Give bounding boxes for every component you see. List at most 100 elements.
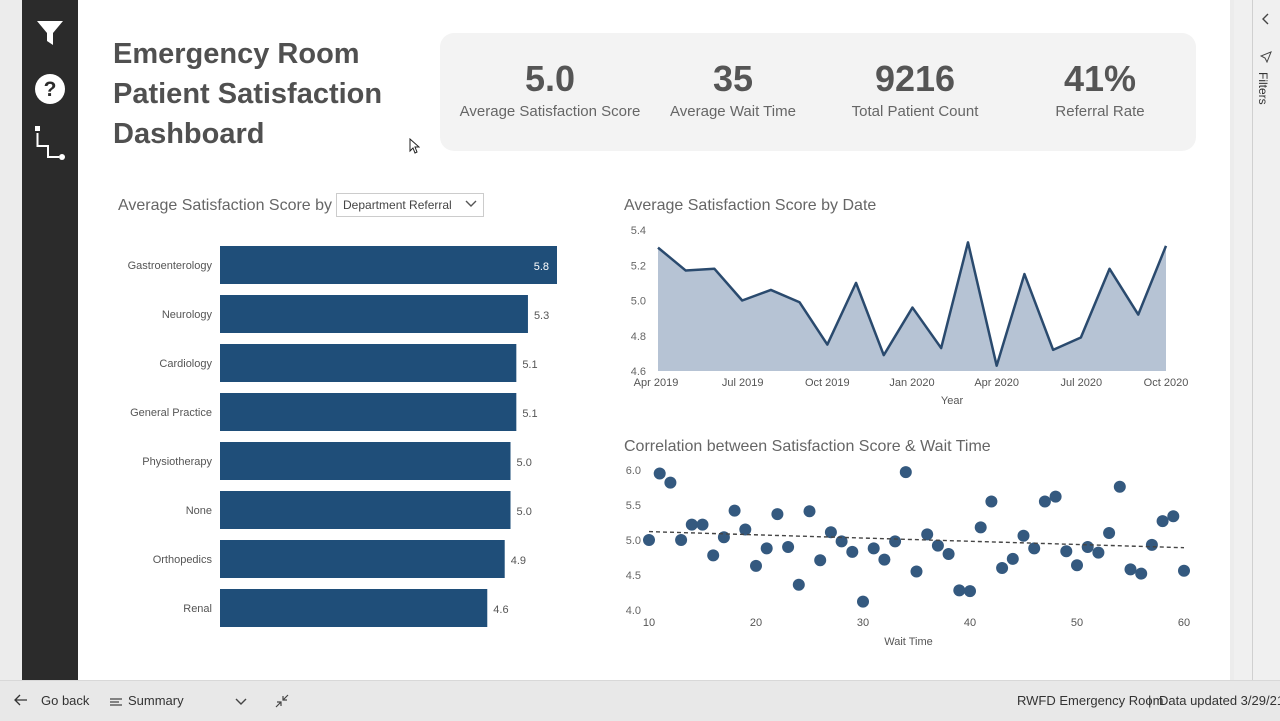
kpi-value: 5.0 <box>524 58 576 99</box>
bar <box>220 344 517 382</box>
scatter-point <box>1092 546 1105 559</box>
scatter-point <box>899 466 912 479</box>
pane-divider <box>1252 0 1253 680</box>
x-tick-label: Jul 2020 <box>1061 377 1103 389</box>
department-dropdown[interactable]: Department Referral <box>336 193 484 217</box>
kpi-value: 41% <box>1063 58 1137 99</box>
x-tick-label: 40 <box>964 617 976 629</box>
scatter-point <box>867 542 880 555</box>
chevron-left-icon[interactable] <box>1261 12 1271 31</box>
chevron-down-icon[interactable] <box>235 695 247 710</box>
title-line: Patient Satisfaction <box>113 78 383 110</box>
x-tick-label: Apr 2019 <box>634 377 679 389</box>
scatter-point <box>771 508 784 521</box>
x-tick-label: 10 <box>643 617 655 629</box>
dropdown-value: Department Referral <box>343 198 452 212</box>
kpi-avg-wait-time[interactable]: 35 Average Wait Time <box>643 57 823 120</box>
bar-chart[interactable]: Gastroenterology 5.8 Neurology 5.3 Cardiolog… <box>78 236 598 636</box>
report-name: RWFD Emergency Room <box>1017 693 1164 708</box>
scatter-point <box>857 595 869 608</box>
bar-category-label: None <box>186 505 212 517</box>
scatter-point <box>1049 490 1062 503</box>
help-button[interactable]: ? <box>22 71 78 111</box>
collapse-icon[interactable] <box>275 694 289 711</box>
scatter-point <box>931 539 944 552</box>
mouse-cursor-icon <box>409 137 421 159</box>
bar <box>220 540 505 578</box>
navigation-button[interactable] <box>22 125 78 165</box>
scatter-point <box>985 495 998 508</box>
scatter-point <box>664 476 677 489</box>
x-tick-label: 30 <box>857 617 869 629</box>
scatter-point <box>750 559 762 572</box>
bar-category-label: Cardiology <box>159 358 212 370</box>
scatter-point <box>1113 480 1126 493</box>
scatter-point <box>1135 567 1148 580</box>
navigation-icon <box>33 124 67 167</box>
bar-data-label: 5.1 <box>522 408 537 420</box>
scatter-point <box>675 534 688 546</box>
filters-label[interactable]: Filters <box>1256 72 1270 105</box>
status-separator: | <box>1148 693 1152 708</box>
kpi-panel: 5.0 Average Satisfaction Score 35 Averag… <box>440 33 1196 151</box>
bar <box>220 246 557 284</box>
x-tick-label: 60 <box>1178 617 1190 629</box>
left-toolbar: ? <box>22 0 78 680</box>
bar-data-label: 5.0 <box>517 457 532 469</box>
kpi-referral-rate[interactable]: 41% Referral Rate <box>1020 57 1180 120</box>
scatter-point <box>1156 515 1169 528</box>
filter-button[interactable] <box>22 15 78 55</box>
kpi-avg-satisfaction[interactable]: 5.0 Average Satisfaction Score <box>450 57 650 120</box>
send-icon[interactable] <box>1259 50 1272 68</box>
page-selector[interactable]: Summary <box>128 693 184 708</box>
help-icon: ? <box>34 73 66 110</box>
bar-category-label: Orthopedics <box>153 554 213 566</box>
scatter-point <box>921 528 934 541</box>
bar-data-label: 5.1 <box>522 359 537 371</box>
filter-icon <box>36 20 64 51</box>
scatter-chart-title: Correlation between Satisfaction Score &… <box>624 438 991 455</box>
scatter-chart[interactable]: 6.0 5.5 5.0 4.5 4.010 20 30 40 50 60 Wait Time <box>618 460 1208 655</box>
scatter-point <box>953 584 966 597</box>
bar-category-label: Renal <box>183 603 212 615</box>
scatter-point <box>1028 542 1041 555</box>
go-back-link[interactable]: Go back <box>41 693 89 708</box>
bar-data-label: 5.0 <box>517 506 532 518</box>
kpi-label: Total Patient Count <box>851 103 979 120</box>
x-tick-label: Jul 2019 <box>722 377 764 389</box>
svg-text:?: ? <box>44 78 57 101</box>
scatter-point <box>696 518 709 531</box>
bar-category-label: Physiotherapy <box>142 456 212 468</box>
y-tick-label: 4.0 <box>626 605 641 617</box>
bar <box>220 295 528 333</box>
scatter-point <box>643 534 655 546</box>
list-icon <box>110 695 122 710</box>
scatter-point <box>653 467 666 480</box>
bar-category-label: General Practice <box>130 407 212 419</box>
scatter-point <box>1038 495 1051 508</box>
scatter-point <box>707 549 720 562</box>
line-chart[interactable]: 5.45.25.04.84.6Apr 2019 Jul 2019 Oct 2019 J… <box>618 220 1208 410</box>
y-tick-label: 5.5 <box>626 500 641 512</box>
scatter-point <box>1071 559 1083 572</box>
scatter-point <box>996 562 1009 574</box>
scatter-point <box>974 521 987 534</box>
bar <box>220 442 511 480</box>
scatter-point <box>846 545 859 558</box>
scatter-point <box>1060 545 1073 558</box>
scatter-point <box>1145 538 1158 551</box>
scatter-point <box>910 565 923 578</box>
title-line: Emergency Room <box>113 38 360 70</box>
y-tick-label: 6.0 <box>626 465 641 477</box>
scatter-point <box>728 504 741 517</box>
bar-category-label: Neurology <box>162 309 213 321</box>
chevron-down-icon <box>465 198 477 212</box>
kpi-total-patient-count[interactable]: 9216 Total Patient Count <box>830 57 1000 120</box>
kpi-label: Average Satisfaction Score <box>459 103 641 120</box>
bar-chart-title: Average Satisfaction Score by <box>118 197 333 214</box>
scatter-point <box>782 541 795 553</box>
arrow-left-icon[interactable] <box>14 694 28 709</box>
bar <box>220 393 517 431</box>
scatter-point <box>814 554 827 567</box>
y-tick-label: 5.4 <box>631 225 646 237</box>
